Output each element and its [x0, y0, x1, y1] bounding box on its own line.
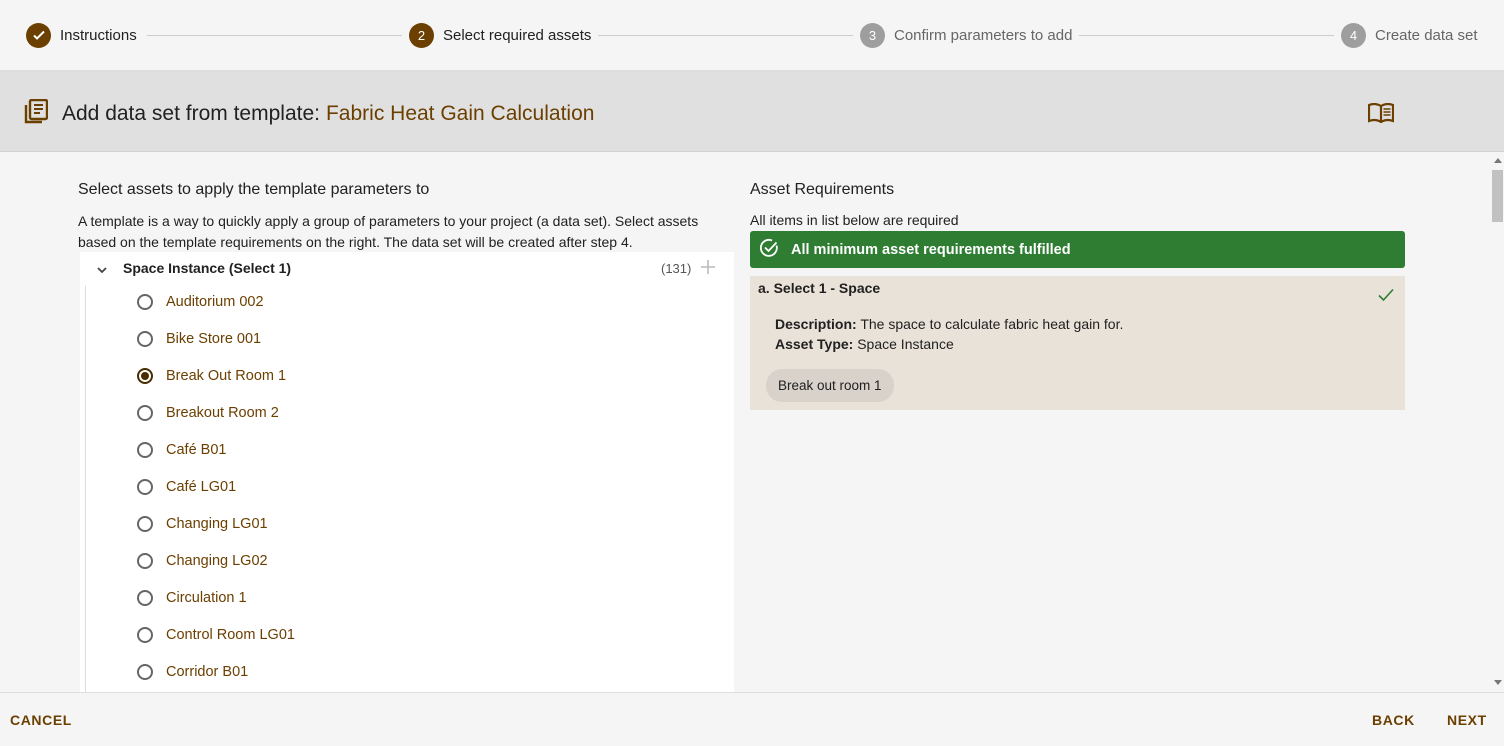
requirement-asset-type: Asset Type: Space Instance: [775, 336, 954, 352]
asset-label: Café LG01: [166, 479, 237, 495]
page-header: Add data set from template: Fabric Heat G…: [0, 72, 1504, 152]
asset-list-item[interactable]: Break Out Room 1: [137, 364, 286, 388]
step-select-assets[interactable]: 2 Select required assets: [409, 22, 591, 48]
step-number: 2: [409, 22, 434, 48]
step-create-data-set[interactable]: 4 Create data set: [1341, 22, 1478, 48]
next-button[interactable]: NEXT: [1447, 712, 1487, 728]
book-open-icon[interactable]: [1367, 102, 1395, 128]
asset-list-item[interactable]: Corridor B01: [137, 660, 248, 684]
check-circle-icon: [26, 22, 51, 48]
requirement-title: a. Select 1 - Space: [758, 280, 881, 296]
page-title: Add data set from template: Fabric Heat G…: [62, 102, 594, 126]
radio-unchecked-icon[interactable]: [137, 516, 153, 532]
radio-unchecked-icon[interactable]: [137, 479, 153, 495]
radio-checked-icon[interactable]: [137, 368, 153, 384]
chevron-down-icon[interactable]: [96, 262, 108, 280]
asset-label: Break Out Room 1: [166, 368, 287, 384]
asset-list-item[interactable]: Circulation 1: [137, 586, 247, 610]
section-title: Asset Requirements: [750, 181, 895, 198]
radio-unchecked-icon[interactable]: [137, 553, 153, 569]
asset-list-item[interactable]: Café B01: [137, 438, 226, 462]
step-connector: [598, 35, 853, 36]
asset-label: Café B01: [166, 442, 227, 458]
radio-unchecked-icon[interactable]: [137, 294, 153, 310]
cancel-button[interactable]: CANCEL: [10, 712, 72, 728]
requirement-description: Description: The space to calculate fabr…: [775, 316, 1124, 332]
radio-unchecked-icon[interactable]: [137, 664, 153, 680]
scrollbar-thumb[interactable]: [1492, 170, 1503, 222]
section-description: A template is a way to quickly apply a g…: [78, 213, 699, 250]
step-label: Create data set: [1375, 26, 1478, 44]
asset-label: Changing LG01: [166, 516, 268, 532]
radio-unchecked-icon[interactable]: [137, 627, 153, 643]
asset-label: Changing LG02: [166, 553, 268, 569]
radio-unchecked-icon[interactable]: [137, 405, 153, 421]
title-prefix: Add data set from template:: [62, 102, 320, 125]
asset-list-item[interactable]: Changing LG02: [137, 549, 268, 573]
step-label: Select required assets: [443, 26, 592, 44]
step-number: 3: [860, 22, 885, 48]
scroll-down-icon[interactable]: [1494, 680, 1502, 685]
asset-label: Auditorium 002: [166, 294, 264, 310]
library-books-icon: [24, 98, 49, 130]
group-label: Space Instance (Select 1): [123, 260, 292, 276]
check-circle-outline-icon: [759, 238, 779, 262]
asset-label: Corridor B01: [166, 664, 249, 680]
tree-line: [85, 286, 86, 692]
asset-label: Circulation 1: [166, 590, 247, 606]
plus-icon[interactable]: [700, 259, 716, 280]
asset-list-item[interactable]: Breakout Room 2: [137, 401, 279, 425]
status-text: All minimum asset requirements fulfilled: [791, 241, 1071, 258]
requirements-subtitle: All items in list below are required: [750, 212, 959, 228]
asset-label: Bike Store 001: [166, 331, 262, 347]
group-count: (131): [661, 261, 692, 276]
group-space-instance[interactable]: Space Instance (Select 1) (131): [80, 252, 734, 284]
asset-list-item[interactable]: Bike Store 001: [137, 327, 261, 351]
asset-list-item[interactable]: Control Room LG01: [137, 623, 295, 647]
scrollbar[interactable]: [1490, 152, 1504, 692]
template-name: Fabric Heat Gain Calculation: [325, 102, 595, 125]
radio-unchecked-icon[interactable]: [137, 331, 153, 347]
section-title: Select assets to apply the template para…: [78, 181, 430, 198]
step-instructions[interactable]: Instructions: [26, 22, 137, 48]
check-icon: [1378, 288, 1394, 307]
footer: CANCEL BACK NEXT: [0, 692, 1504, 746]
step-connector: [147, 35, 402, 36]
asset-list-item[interactable]: Café LG01: [137, 475, 236, 499]
radio-unchecked-icon[interactable]: [137, 442, 153, 458]
step-confirm-parameters[interactable]: 3 Confirm parameters to add: [860, 22, 1072, 48]
step-label: Confirm parameters to add: [894, 26, 1073, 44]
asset-label: Control Room LG01: [166, 627, 295, 643]
step-label: Instructions: [60, 26, 137, 44]
step-number: 4: [1341, 22, 1366, 48]
asset-list-item[interactable]: Auditorium 002: [137, 290, 264, 314]
step-connector: [1079, 35, 1334, 36]
asset-list: Space Instance (Select 1) (131) Auditori…: [80, 252, 734, 692]
asset-list-item[interactable]: Changing LG01: [137, 512, 268, 536]
status-banner: All minimum asset requirements fulfilled: [750, 231, 1405, 268]
selected-asset-chip[interactable]: Break out room 1: [766, 369, 894, 402]
asset-label: Breakout Room 2: [166, 405, 279, 421]
radio-unchecked-icon[interactable]: [137, 590, 153, 606]
back-button[interactable]: BACK: [1372, 712, 1415, 728]
scroll-up-icon[interactable]: [1494, 158, 1502, 163]
requirement-card: a. Select 1 - Space Description: The spa…: [750, 276, 1405, 410]
stepper: Instructions 2 Select required assets 3 …: [0, 0, 1504, 72]
